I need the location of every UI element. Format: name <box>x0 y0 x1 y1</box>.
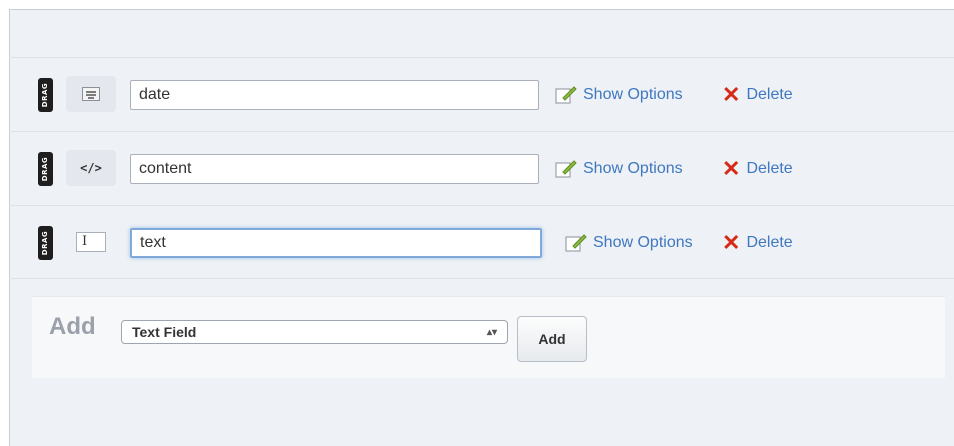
delete-link[interactable]: ✕ Delete <box>722 83 793 107</box>
delete-link[interactable]: ✕ Delete <box>722 231 793 255</box>
text-glyph: I <box>76 232 106 252</box>
delete-x-icon: ✕ <box>722 230 741 255</box>
code-glyph: </> <box>80 161 102 175</box>
drag-handle-label: DRAG <box>41 230 50 256</box>
add-button[interactable]: Add <box>517 316 587 362</box>
delete-label: Delete <box>746 86 793 103</box>
show-options-link[interactable]: Show Options <box>555 83 683 107</box>
drag-handle-label: DRAG <box>41 156 50 182</box>
field-row: DRAG I Show Options ✕ Delete <box>9 205 954 279</box>
drag-handle[interactable]: DRAG <box>38 226 53 260</box>
drag-handle[interactable]: DRAG <box>38 152 53 186</box>
drag-handle-label: DRAG <box>41 82 50 108</box>
delete-link[interactable]: ✕ Delete <box>722 157 793 181</box>
select-arrows-icon: ▴▾ <box>486 326 497 338</box>
date-picker-icon <box>66 76 116 112</box>
add-label: Add <box>49 313 96 340</box>
delete-x-icon: ✕ <box>722 156 741 181</box>
edit-icon <box>555 86 577 104</box>
field-type-select-value: Text Field <box>132 324 197 340</box>
delete-label: Delete <box>746 160 793 177</box>
delete-x-icon: ✕ <box>722 82 741 107</box>
field-type-select[interactable]: Text Field ▴▾ <box>121 320 508 344</box>
show-options-link[interactable]: Show Options <box>565 231 693 255</box>
show-options-link[interactable]: Show Options <box>555 157 683 181</box>
field-name-input[interactable] <box>130 80 539 110</box>
field-name-input[interactable] <box>130 228 542 258</box>
drag-handle[interactable]: DRAG <box>38 78 53 112</box>
code-icon: </> <box>66 150 116 186</box>
text-field-icon: I <box>66 224 116 260</box>
show-options-label: Show Options <box>583 86 683 103</box>
field-name-input[interactable] <box>130 154 539 184</box>
field-row: DRAG Show Options ✕ Delete <box>9 57 954 131</box>
edit-icon <box>555 160 577 178</box>
delete-label: Delete <box>746 234 793 251</box>
show-options-label: Show Options <box>593 234 693 251</box>
show-options-label: Show Options <box>583 160 683 177</box>
field-row: DRAG </> Show Options ✕ Delete <box>9 131 954 205</box>
edit-icon <box>565 234 587 252</box>
